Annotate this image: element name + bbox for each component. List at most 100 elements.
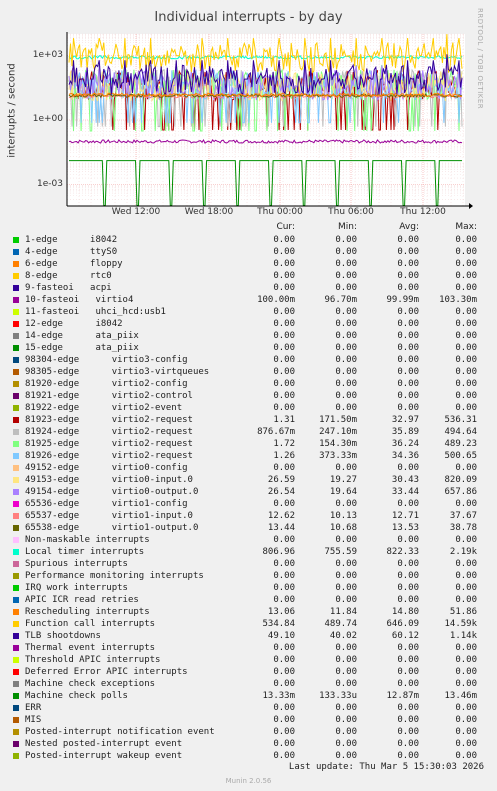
legend-value: 0.00 — [397, 739, 419, 749]
legend-row: 81926-edge virtio2-request 1.26 373.33m 34.… — [0, 450, 497, 462]
legend-value: 0.00 — [455, 535, 477, 545]
legend-value: 0.00 — [273, 355, 295, 365]
legend-value: 0.00 — [273, 751, 295, 761]
legend-value: 373.33m — [319, 451, 357, 461]
legend-series-name: 15-edge ata_piix — [25, 343, 139, 353]
legend-value: 0.00 — [335, 319, 357, 329]
legend-series-name: Function call interrupts — [25, 619, 156, 629]
x-tick-label: Thu 12:00 — [400, 207, 446, 217]
legend-series-name: Posted-interrupt wakeup event — [25, 751, 183, 761]
legend-value: 0.00 — [273, 271, 295, 281]
legend-swatch — [13, 537, 19, 543]
legend-value: 0.00 — [397, 367, 419, 377]
legend-series-name: 10-fasteoi virtio4 — [25, 295, 134, 305]
legend-value: 100.00m — [257, 295, 295, 305]
legend-series-name: Threshold APIC interrupts — [25, 655, 161, 665]
legend-swatch — [13, 585, 19, 591]
legend-series-name: Rescheduling interrupts — [25, 607, 150, 617]
legend-row: 6-edge floppy 0.00 0.00 0.00 0.00 — [0, 258, 497, 270]
legend-swatch — [13, 357, 19, 363]
legend-value: 0.00 — [273, 379, 295, 389]
munin-version: Munin 2.0.56 — [225, 777, 272, 785]
legend-row: 1-edge i8042 0.00 0.00 0.00 0.00 — [0, 234, 497, 246]
legend-value: 0.00 — [397, 403, 419, 413]
legend-value: 10.13 — [329, 511, 357, 521]
legend-value: 0.00 — [455, 271, 477, 281]
legend-value: 0.00 — [397, 391, 419, 401]
legend-series-name: 81926-edge virtio2-request — [25, 451, 193, 461]
y-tick-label: 1e+03 — [32, 49, 63, 60]
legend-series-name: 1-edge i8042 — [25, 235, 118, 245]
legend-row: Machine check exceptions 0.00 0.00 0.00 0.00 — [0, 678, 497, 690]
legend-value: 0.00 — [335, 283, 357, 293]
legend-value: 0.00 — [455, 667, 477, 677]
legend-row: 81923-edge virtio2-request 1.31 171.50m 32.… — [0, 414, 497, 426]
legend-value: 51.86 — [449, 607, 477, 617]
x-tick-label: Wed 12:00 — [111, 207, 161, 217]
legend-value: 0.00 — [335, 307, 357, 317]
legend-value: 657.86 — [444, 487, 477, 497]
legend-value: 0.00 — [397, 667, 419, 677]
legend-swatch — [13, 297, 19, 303]
legend-value: 0.00 — [455, 319, 477, 329]
legend-value: 0.00 — [335, 247, 357, 257]
legend-value: 0.00 — [273, 679, 295, 689]
legend-value: 0.00 — [273, 331, 295, 341]
x-tick-label: Thu 00:00 — [257, 207, 303, 217]
legend-value: 0.00 — [335, 595, 357, 605]
legend-value: 0.00 — [335, 715, 357, 725]
legend-value: 0.00 — [273, 643, 295, 653]
legend-value: 0.00 — [397, 535, 419, 545]
legend-value: 0.00 — [273, 283, 295, 293]
legend-value: 0.00 — [397, 283, 419, 293]
legend-value: 0.00 — [455, 367, 477, 377]
legend-value: 19.27 — [329, 475, 357, 485]
legend-swatch — [13, 453, 19, 459]
legend-value: 0.00 — [335, 703, 357, 713]
legend-value: 0.00 — [335, 343, 357, 353]
legend-value: 0.00 — [335, 751, 357, 761]
legend-value: 35.89 — [391, 427, 419, 437]
legend-row: 9-fasteoi acpi 0.00 0.00 0.00 0.00 — [0, 282, 497, 294]
legend-value: 0.00 — [455, 391, 477, 401]
legend-swatch — [13, 333, 19, 339]
legend-series-name: Spurious interrupts — [25, 559, 128, 569]
legend-swatch — [13, 501, 19, 507]
legend-value: 0.00 — [455, 571, 477, 581]
legend-swatch — [13, 465, 19, 471]
legend-series-name: 65536-edge virtio1-config — [25, 499, 188, 509]
legend-value: 0.00 — [455, 715, 477, 725]
legend-value: 822.33 — [386, 547, 419, 557]
legend-row: 12-edge i8042 0.00 0.00 0.00 0.00 — [0, 318, 497, 330]
legend-value: 0.00 — [273, 319, 295, 329]
legend-value: 103.30m — [439, 295, 477, 305]
legend-row: ERR 0.00 0.00 0.00 0.00 — [0, 702, 497, 714]
legend-value: 0.00 — [397, 583, 419, 593]
legend-series-name: 81921-edge virtio2-control — [25, 391, 193, 401]
legend-value: 247.10m — [319, 427, 357, 437]
legend-value: 0.00 — [397, 655, 419, 665]
legend-value: 12.62 — [267, 511, 295, 521]
legend-value: 0.00 — [335, 583, 357, 593]
legend-value: 0.00 — [335, 355, 357, 365]
legend-series-name: 49154-edge virtio0-output.0 — [25, 487, 199, 497]
legend-value: 0.00 — [335, 535, 357, 545]
legend-series-name: 98304-edge virtio3-config — [25, 355, 188, 365]
legend-row: 65537-edge virtio1-input.0 12.62 10.13 12.7… — [0, 510, 497, 522]
legend-value: 36.24 — [391, 439, 419, 449]
legend-value: 0.00 — [273, 391, 295, 401]
legend-series-name: Performance monitoring interrupts — [25, 571, 204, 581]
legend-value: 0.00 — [397, 715, 419, 725]
legend-value: 0.00 — [273, 739, 295, 749]
legend-row: Machine check polls 13.33m 133.33u 12.87m 13… — [0, 690, 497, 702]
legend-row: Nested posted-interrupt event 0.00 0.00 0.0… — [0, 738, 497, 750]
legend-value: 0.00 — [397, 307, 419, 317]
legend-series-name: IRQ work interrupts — [25, 583, 128, 593]
legend-series-name: ERR — [25, 703, 42, 713]
legend-value: 0.00 — [273, 307, 295, 317]
legend-value: 0.00 — [397, 331, 419, 341]
legend-value: 0.00 — [397, 343, 419, 353]
legend-row: MIS 0.00 0.00 0.00 0.00 — [0, 714, 497, 726]
legend-row: 4-edge ttyS0 0.00 0.00 0.00 0.00 — [0, 246, 497, 258]
legend-value: 0.00 — [397, 247, 419, 257]
